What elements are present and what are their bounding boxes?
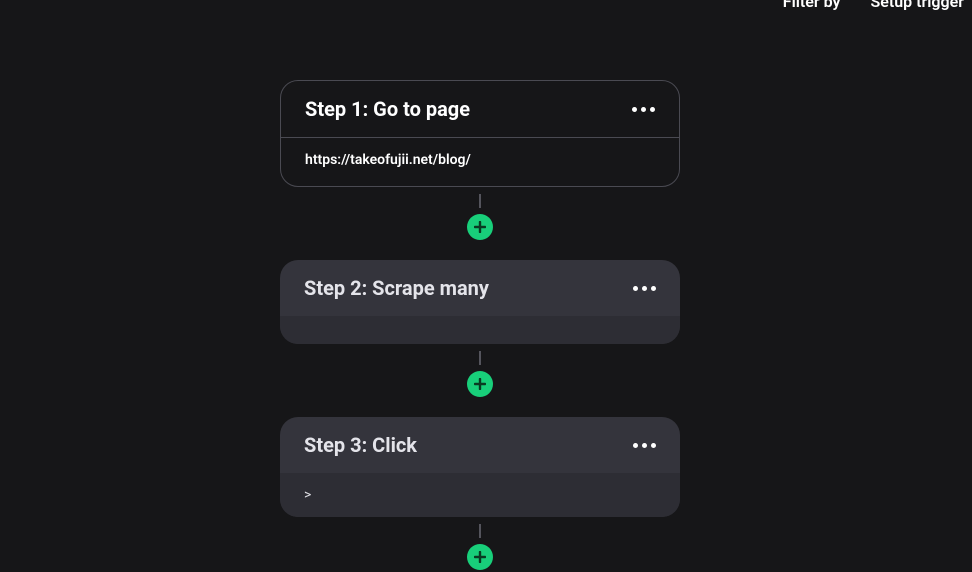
top-toolbar: Filter by Setup trigger [775, 0, 972, 11]
connector-line [479, 524, 481, 538]
step-header: Step 1: Go to page [281, 81, 679, 138]
add-step-button[interactable] [467, 371, 493, 397]
setup-trigger-button[interactable]: Setup trigger [870, 0, 964, 11]
step-title: Step 3: Click [304, 433, 417, 457]
filter-by-label: Filter by [783, 0, 841, 11]
workflow-canvas: Step 1: Go to page https://takeofujii.ne… [280, 80, 680, 572]
connector-line [479, 194, 481, 208]
step-header: Step 2: Scrape many [280, 260, 680, 316]
connector-line [479, 351, 481, 365]
step-header: Step 3: Click [280, 417, 680, 473]
plus-icon [474, 551, 486, 563]
step-body [280, 316, 680, 344]
step-card-2[interactable]: Step 2: Scrape many [280, 260, 680, 344]
add-step-button[interactable] [467, 544, 493, 570]
filter-by-button[interactable]: Filter by [783, 0, 841, 11]
setup-trigger-label: Setup trigger [870, 0, 964, 11]
connector [467, 190, 493, 242]
add-step-button[interactable] [467, 214, 493, 240]
step-body-selector: > [280, 473, 680, 517]
connector [467, 347, 493, 399]
plus-icon [474, 221, 486, 233]
connector [467, 520, 493, 572]
more-icon[interactable] [632, 107, 655, 112]
step-title: Step 1: Go to page [305, 97, 470, 121]
step-title: Step 2: Scrape many [304, 276, 489, 300]
plus-icon [474, 378, 486, 390]
step-body-url: https://takeofujii.net/blog/ [281, 138, 679, 186]
more-icon[interactable] [633, 443, 656, 448]
step-card-1[interactable]: Step 1: Go to page https://takeofujii.ne… [280, 80, 680, 187]
step-card-3[interactable]: Step 3: Click > [280, 417, 680, 517]
more-icon[interactable] [633, 286, 656, 291]
